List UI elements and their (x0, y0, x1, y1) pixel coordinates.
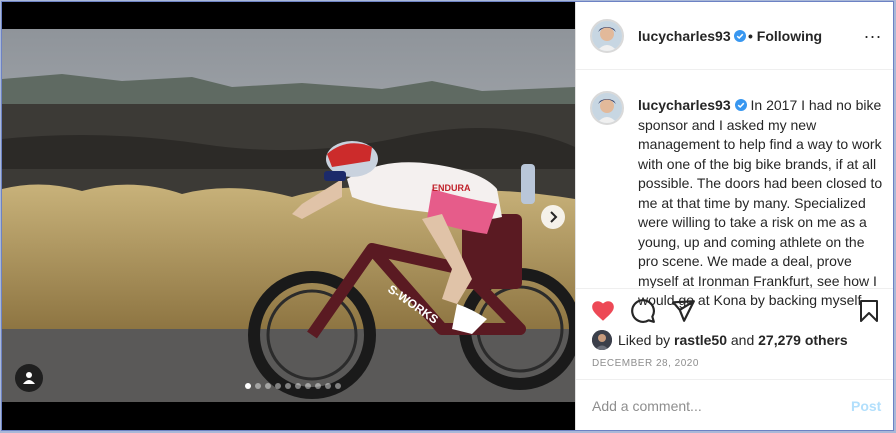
carousel-dot (325, 383, 331, 389)
author-avatar[interactable] (590, 19, 624, 53)
carousel-dot (305, 383, 311, 389)
save-button[interactable] (858, 299, 880, 323)
caption-avatar[interactable] (590, 91, 624, 125)
carousel-dot (265, 383, 271, 389)
like-button[interactable] (590, 298, 616, 324)
comment-button[interactable] (630, 298, 656, 324)
comment-bubble-icon (631, 299, 655, 323)
share-button[interactable] (670, 298, 696, 324)
more-options-button[interactable]: ... (864, 22, 882, 43)
heart-filled-icon (592, 301, 614, 321)
actions-divider (576, 288, 893, 289)
avatar-image (592, 330, 612, 350)
post-media: S-WORKS ENDURA (2, 2, 575, 430)
post-caption: lucycharles93 In 2017 I had no bike spon… (638, 96, 888, 311)
liked-by-user[interactable]: rastle50 (674, 332, 727, 348)
carousel-dot (285, 383, 291, 389)
carousel-indicator (245, 383, 341, 389)
verified-badge-icon (734, 30, 746, 42)
user-tags-button[interactable] (15, 364, 43, 392)
liked-by-others[interactable]: 27,279 others (758, 332, 848, 348)
carousel-dot (295, 383, 301, 389)
liked-by-middle: and (726, 332, 759, 348)
carousel-dot (315, 383, 321, 389)
avatar-image (592, 93, 622, 123)
next-slide-button[interactable] (541, 205, 565, 229)
verified-badge-icon (734, 99, 747, 111)
post-photo: S-WORKS ENDURA (2, 29, 575, 402)
liked-by-prefix: Liked by (618, 332, 675, 348)
bookmark-icon (860, 300, 878, 322)
jersey-brand-label: ENDURA (432, 183, 471, 193)
carousel-dot (335, 383, 341, 389)
post-actions (590, 298, 696, 324)
user-tag-icon (23, 372, 35, 384)
post-date[interactable]: DECEMBER 28, 2020 (592, 358, 699, 369)
comment-input[interactable] (590, 394, 824, 418)
carousel-dot (245, 383, 251, 389)
instagram-post-window: S-WORKS ENDURA lucycharles93 • Following… (1, 1, 894, 431)
caption-username[interactable]: lucycharles93 (638, 97, 731, 113)
author-username[interactable]: lucycharles93 (638, 28, 731, 44)
liker-avatar[interactable] (592, 330, 612, 350)
comment-form: Post (576, 379, 893, 430)
avatar-image (592, 21, 622, 51)
following-status[interactable]: • Following (748, 28, 822, 44)
carousel-dot (255, 383, 261, 389)
chevron-right-icon (550, 211, 558, 223)
paper-plane-icon (672, 300, 695, 322)
post-side-panel: lucycharles93 • Following ... lucycharle… (575, 2, 893, 430)
likes-summary: Liked by rastle50 and 27,279 others (592, 330, 848, 350)
post-comment-button[interactable]: Post (851, 398, 881, 414)
carousel-dot (275, 383, 281, 389)
caption-text: In 2017 I had no bike sponsor and I aske… (638, 97, 883, 308)
post-header: lucycharles93 • Following ... (576, 2, 893, 70)
